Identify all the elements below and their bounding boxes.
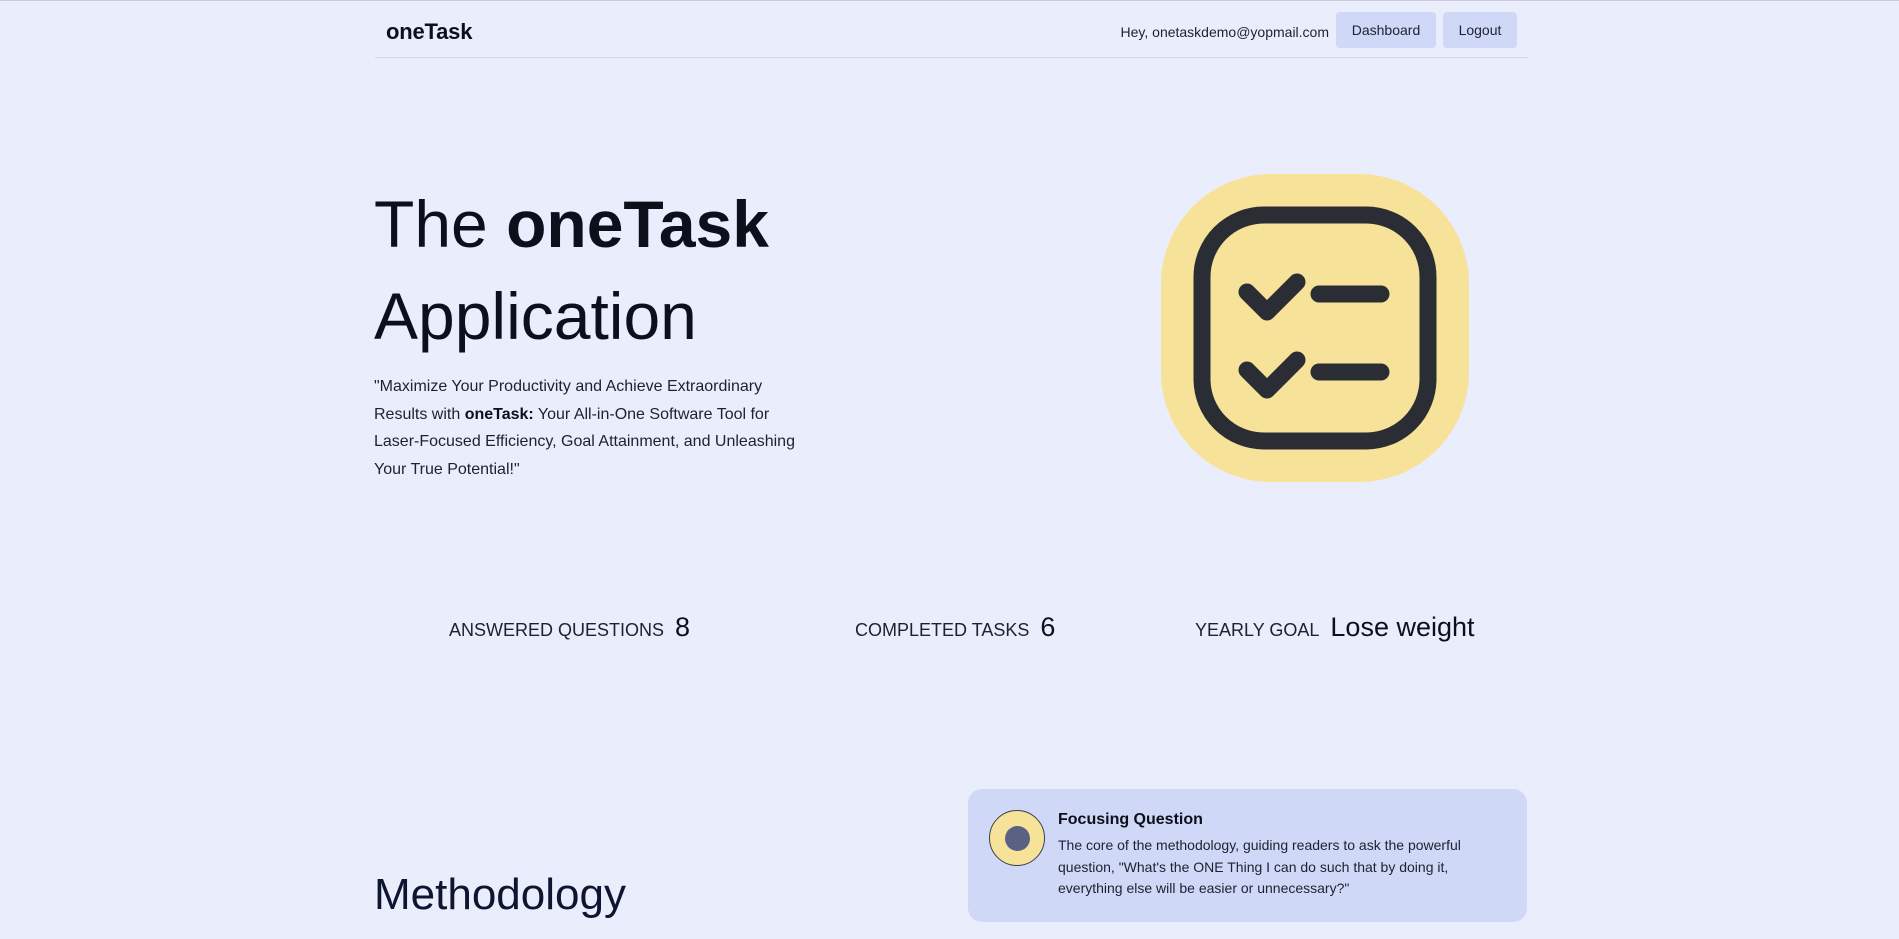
logout-button[interactable]: Logout xyxy=(1443,12,1517,48)
hero-title: The oneTask Application xyxy=(374,178,769,362)
card-title: Focusing Question xyxy=(1058,811,1203,828)
hero-description: "Maximize Your Productivity and Achieve … xyxy=(374,373,804,483)
hero-title-prefix: The xyxy=(374,187,507,261)
stat-label: Answered Questions xyxy=(449,620,665,640)
stat-label: Completed Tasks xyxy=(855,620,1030,640)
stat-value: 6 xyxy=(1040,612,1056,642)
hero-title-suffix: Application xyxy=(374,279,697,353)
methodology-heading: Methodology xyxy=(374,870,626,919)
stat-completed-tasks: Completed Tasks 6 xyxy=(855,612,1055,643)
navbar: oneTask Hey, onetaskdemo@yopmail.com Das… xyxy=(375,1,1528,58)
dashboard-button[interactable]: Dashboard xyxy=(1336,12,1436,48)
card-badge-dot xyxy=(1005,826,1030,851)
stat-yearly-goal: Yearly Goal Lose weight xyxy=(1195,612,1475,643)
user-greeting: Hey, onetaskdemo@yopmail.com xyxy=(1120,24,1329,40)
focusing-question-card: Focusing Question The core of the method… xyxy=(968,789,1527,922)
card-text: The core of the methodology, guiding rea… xyxy=(1058,837,1461,896)
stat-answered-questions: Answered Questions 8 xyxy=(449,612,690,643)
brand-logo[interactable]: oneTask xyxy=(386,19,472,45)
stat-label: Yearly Goal xyxy=(1195,620,1320,640)
hero-title-brand: oneTask xyxy=(506,187,769,261)
hero-desc-brand: oneTask: xyxy=(464,405,534,423)
checklist-icon xyxy=(1161,174,1469,482)
card-badge-icon xyxy=(989,810,1045,866)
stat-value: Lose weight xyxy=(1330,612,1475,642)
stat-value: 8 xyxy=(675,612,691,642)
